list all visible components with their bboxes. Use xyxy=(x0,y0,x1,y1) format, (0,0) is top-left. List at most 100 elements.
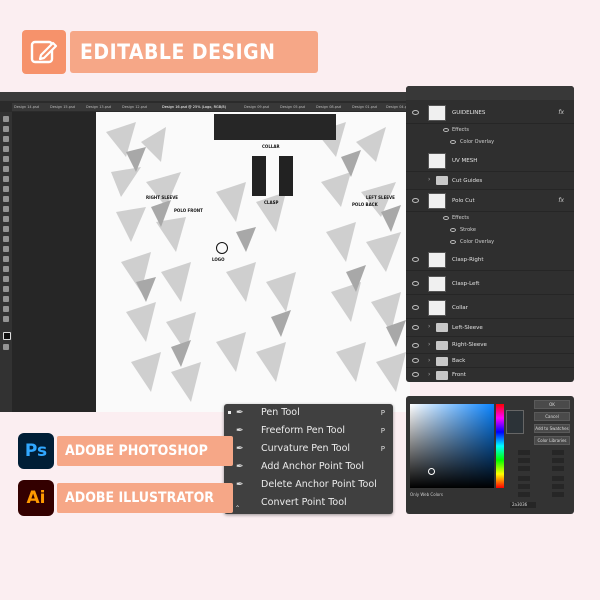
eyedropper-tool-icon[interactable] xyxy=(3,176,9,182)
hue-slider[interactable] xyxy=(496,404,504,488)
pen-tool-icon[interactable] xyxy=(3,266,9,272)
layer-name: Polo Cut xyxy=(452,198,475,204)
rgb-field[interactable] xyxy=(518,476,530,481)
current-color-swatch xyxy=(506,410,524,434)
cancel-button[interactable]: Cancel xyxy=(534,412,570,421)
effect-row-color-overlay[interactable]: Color Overlay xyxy=(406,236,574,248)
dodge-tool-icon[interactable] xyxy=(3,256,9,262)
fx-icon[interactable]: fx xyxy=(558,102,564,124)
doc-tab[interactable]: Design 01.psd xyxy=(352,103,377,111)
group-row-cut-guides[interactable]: › Cut Guides xyxy=(406,172,574,190)
lab-field[interactable] xyxy=(552,450,564,455)
visibility-eye-icon[interactable] xyxy=(412,305,419,310)
doc-tab[interactable]: Design 13.psd xyxy=(86,103,111,111)
lab-field[interactable] xyxy=(552,466,564,471)
color-picker-cursor[interactable] xyxy=(428,468,435,475)
hand-tool-icon[interactable] xyxy=(3,306,9,312)
menu-item-delete-anchor-point-tool[interactable]: ✒ Delete Anchor Point Tool xyxy=(224,476,393,494)
marquee-tool-icon[interactable] xyxy=(3,126,9,132)
lasso-tool-icon[interactable] xyxy=(3,136,9,142)
group-row-back[interactable]: › Back xyxy=(406,354,574,368)
doc-tab-active[interactable]: Design 16.psd @ 25% (Logo, RGB/8) xyxy=(162,103,226,111)
group-row-front[interactable]: › Front xyxy=(406,368,574,382)
hsb-field[interactable] xyxy=(518,450,530,455)
visibility-eye-icon[interactable] xyxy=(412,110,419,115)
foreground-color-swatch[interactable] xyxy=(3,332,11,340)
path-select-tool-icon[interactable] xyxy=(3,286,9,292)
doc-tab[interactable]: Design 05.psd xyxy=(280,103,305,111)
visibility-eye-icon[interactable] xyxy=(412,358,419,363)
brush-tool-icon[interactable] xyxy=(3,196,9,202)
rgb-field[interactable] xyxy=(518,492,530,497)
doc-tab[interactable]: Design 14.psd xyxy=(14,103,39,111)
effects-row[interactable]: Effects xyxy=(406,124,574,136)
history-brush-tool-icon[interactable] xyxy=(3,216,9,222)
stamp-tool-icon[interactable] xyxy=(3,206,9,212)
menu-item-freeform-pen-tool[interactable]: ✒ Freeform Pen Tool P xyxy=(224,422,393,440)
move-tool-icon[interactable] xyxy=(3,116,9,122)
layer-row-clasp-right[interactable]: Clasp-Right xyxy=(406,249,574,271)
hsb-field[interactable] xyxy=(518,458,530,463)
group-row-left-sleeve[interactable]: › Left-Sleeve xyxy=(406,319,574,337)
group-row-right-sleeve[interactable]: › Right-Sleeve xyxy=(406,337,574,354)
cmyk-field[interactable] xyxy=(552,492,564,497)
gradient-tool-icon[interactable] xyxy=(3,236,9,242)
shape-tool-icon[interactable] xyxy=(3,296,9,302)
hsb-field[interactable] xyxy=(518,466,530,471)
menu-item-add-anchor-point-tool[interactable]: ✒ Add Anchor Point Tool xyxy=(224,458,393,476)
folder-icon xyxy=(436,323,448,332)
visibility-eye-icon[interactable] xyxy=(412,281,419,286)
effect-eye-icon[interactable] xyxy=(443,216,449,220)
rgb-field[interactable] xyxy=(518,484,530,489)
doc-tab[interactable]: Design 09.psd xyxy=(244,103,269,111)
eraser-tool-icon[interactable] xyxy=(3,226,9,232)
hex-field[interactable]: 2a3036 xyxy=(510,502,536,508)
effect-eye-icon[interactable] xyxy=(443,128,449,132)
menu-item-pen-tool[interactable]: ✒ Pen Tool P xyxy=(224,404,393,422)
effect-row-stroke[interactable]: Stroke xyxy=(406,224,574,236)
healing-tool-icon[interactable] xyxy=(3,186,9,192)
visibility-eye-icon[interactable] xyxy=(412,372,419,377)
cmyk-field[interactable] xyxy=(552,476,564,481)
chevron-right-icon[interactable]: › xyxy=(428,341,430,348)
document-canvas[interactable]: COLLAR CLASP RIGHT SLEEVE LEFT SLEEVE PO… xyxy=(96,112,410,412)
layer-row-uv-mesh[interactable]: UV MESH xyxy=(406,150,574,172)
frame-tool-icon[interactable] xyxy=(3,166,9,172)
ok-button[interactable]: OK xyxy=(534,400,570,409)
doc-tab[interactable]: Design 08.psd xyxy=(316,103,341,111)
cmyk-field[interactable] xyxy=(552,484,564,489)
layer-row-clasp-left[interactable]: Clasp-Left xyxy=(406,273,574,295)
fx-icon[interactable]: fx xyxy=(558,190,564,212)
doc-tab[interactable]: Design 15.psd xyxy=(50,103,75,111)
type-tool-icon[interactable] xyxy=(3,276,9,282)
effect-eye-icon[interactable] xyxy=(450,228,456,232)
effect-eye-icon[interactable] xyxy=(450,140,456,144)
quick-mask-icon[interactable] xyxy=(3,344,9,350)
visibility-eye-icon[interactable] xyxy=(412,257,419,262)
blur-tool-icon[interactable] xyxy=(3,246,9,252)
chevron-right-icon[interactable]: › xyxy=(428,371,430,378)
visibility-eye-icon[interactable] xyxy=(412,343,419,348)
add-to-swatches-button[interactable]: Add to Swatches xyxy=(534,424,570,433)
chevron-right-icon[interactable]: › xyxy=(428,176,430,183)
layer-row-polo-cut[interactable]: Polo Cut fx xyxy=(406,190,574,212)
visibility-eye-icon[interactable] xyxy=(412,325,419,330)
layer-row-guidelines[interactable]: GUIDELINES fx xyxy=(406,102,574,124)
visibility-eye-icon[interactable] xyxy=(412,198,419,203)
zoom-tool-icon[interactable] xyxy=(3,316,9,322)
lab-field[interactable] xyxy=(552,458,564,463)
menu-item-convert-point-tool[interactable]: ‸ Convert Point Tool xyxy=(224,494,393,512)
effect-eye-icon[interactable] xyxy=(450,240,456,244)
effect-row-color-overlay[interactable]: Color Overlay xyxy=(406,136,574,148)
layer-row-collar[interactable]: Collar xyxy=(406,297,574,319)
doc-tab[interactable]: Design 12.psd xyxy=(122,103,147,111)
effects-row[interactable]: Effects xyxy=(406,212,574,224)
only-web-colors-checkbox[interactable]: Only Web Colors xyxy=(410,492,443,497)
color-libraries-button[interactable]: Color Libraries xyxy=(534,436,570,445)
chevron-right-icon[interactable]: › xyxy=(428,323,430,330)
quick-select-tool-icon[interactable] xyxy=(3,146,9,152)
crop-tool-icon[interactable] xyxy=(3,156,9,162)
menu-item-curvature-pen-tool[interactable]: ✒ Curvature Pen Tool P xyxy=(224,440,393,458)
saturation-field[interactable] xyxy=(410,404,494,488)
chevron-right-icon[interactable]: › xyxy=(428,357,430,364)
